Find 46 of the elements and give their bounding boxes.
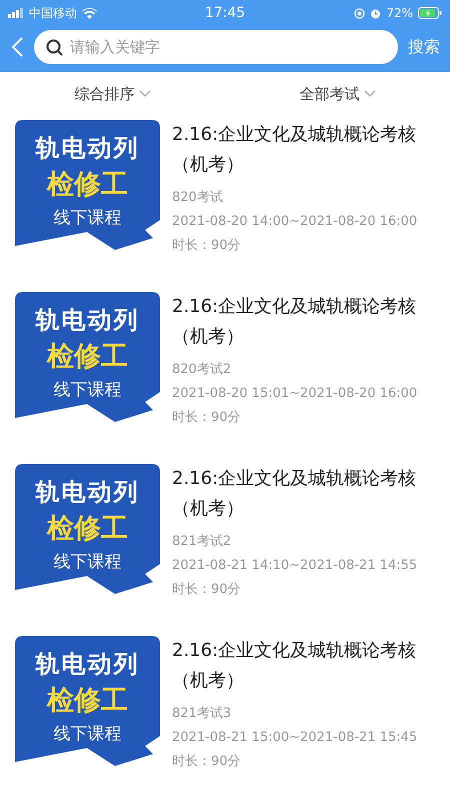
exam-duration: 时长：90分 (172, 753, 242, 771)
exam-duration: 时长：90分 (172, 581, 242, 599)
cover-text: 检修工 (47, 512, 128, 546)
battery-icon (418, 7, 442, 19)
chevron-down-icon (364, 90, 376, 98)
cover-text: 线下课程 (54, 207, 122, 229)
exam-name: 820考试 (172, 189, 224, 207)
filter-dropdown[interactable]: 全部考试 (225, 84, 450, 104)
signal-icon (8, 8, 24, 18)
cover-text: 轨电动列 (36, 477, 140, 508)
exam-time: 2021-08-21 14:10~2021-08-21 14:55 (172, 557, 418, 575)
filter-dropdown[interactable]: 综合排序 (0, 84, 225, 104)
cover-text: 线下课程 (54, 723, 122, 745)
wifi-icon (82, 8, 97, 18)
cover-text: 轨电动列 (36, 305, 140, 336)
exam-name: 821考试2 (172, 533, 232, 551)
exam-title[interactable]: 2.16:企业文化及城轨概论考核（机考） (172, 464, 438, 524)
exam-time: 2021-08-21 15:00~2021-08-21 15:45 (172, 729, 418, 747)
exam-duration: 时长：90分 (172, 237, 242, 255)
exam-duration: 时长：90分 (172, 409, 242, 427)
exam-time: 2021-08-20 14:00~2021-08-20 16:00 (172, 213, 418, 231)
clock-time: 17:45 (204, 5, 246, 21)
course-cover[interactable]: 轨电动列 检修工 线下课程 (15, 120, 160, 250)
course-cover[interactable]: 轨电动列 检修工 线下课程 (15, 464, 160, 594)
cover-text: 检修工 (47, 168, 128, 202)
cover-text: 检修工 (47, 340, 128, 374)
exam-title[interactable]: 2.16:企业文化及城轨概论考核（机考） (172, 292, 438, 352)
exam-title[interactable]: 2.16:企业文化及城轨概论考核（机考） (172, 120, 438, 180)
cover-text: 检修工 (47, 684, 128, 718)
search-field[interactable]: 请输入关键字 (34, 30, 398, 64)
rotation-lock-icon (354, 8, 366, 18)
cover-text: 线下课程 (54, 551, 122, 573)
cover-text: 线下课程 (54, 379, 122, 401)
back-button[interactable] (10, 36, 24, 58)
cover-text: 轨电动列 (36, 649, 140, 680)
carrier-name: 中国移动 (29, 4, 77, 22)
battery-percent: 72% (386, 6, 414, 20)
chevron-down-icon (138, 90, 150, 98)
exam-name: 820考试2 (172, 361, 232, 379)
exam-name: 821考试3 (172, 705, 232, 723)
course-cover[interactable]: 轨电动列 检修工 线下课程 (15, 292, 160, 422)
course-cover[interactable]: 轨电动列 检修工 线下课程 (15, 636, 160, 766)
cover-text: 轨电动列 (36, 133, 140, 164)
exam-title[interactable]: 2.16:企业文化及城轨概论考核（机考） (172, 636, 438, 696)
alarm-icon (370, 8, 382, 18)
exam-time: 2021-08-20 15:01~2021-08-20 16:00 (172, 385, 418, 403)
